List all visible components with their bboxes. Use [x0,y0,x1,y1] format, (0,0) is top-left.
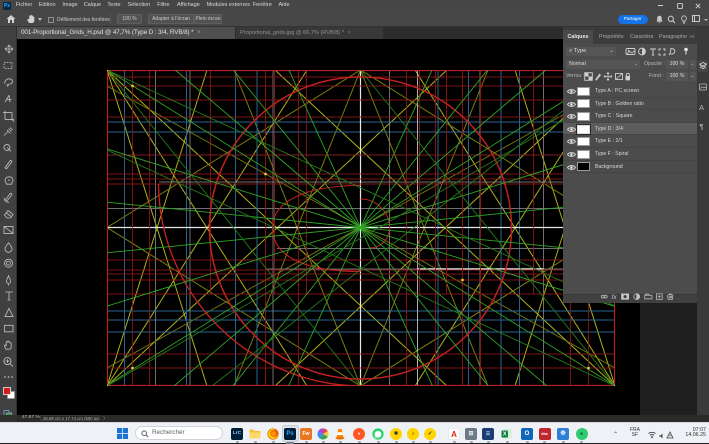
svg-text:A: A [451,429,457,438]
svg-text:fx: fx [612,294,618,300]
svg-text:X: X [503,431,507,437]
